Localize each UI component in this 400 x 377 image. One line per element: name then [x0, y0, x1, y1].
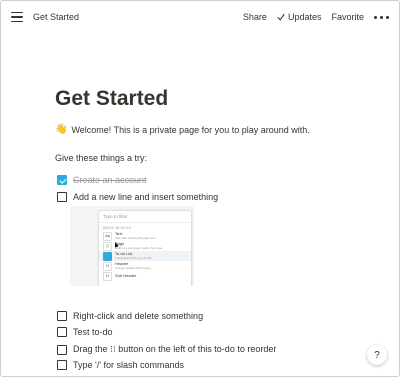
updates-button[interactable]: Updates — [277, 12, 322, 22]
top-actions: Share Updates Favorite — [243, 12, 389, 22]
todo-checkbox[interactable] — [57, 175, 67, 185]
checkmark-icon — [277, 13, 285, 21]
todo-label[interactable]: Create an account — [73, 175, 147, 185]
page-title[interactable]: Get Started — [55, 87, 379, 111]
breadcrumb-page-title[interactable]: Get Started — [33, 12, 79, 22]
todo-label[interactable]: Right-click and delete something — [73, 311, 203, 321]
item-desc: Track tasks with a to-do list. — [115, 256, 152, 260]
welcome-text[interactable]: Welcome! This is a private page for you … — [71, 125, 309, 135]
filter-input: Type to filter — [99, 211, 191, 223]
todo-label[interactable]: Type '/' for slash commands — [73, 360, 184, 370]
waving-hand-icon: 👋 — [55, 124, 68, 135]
todo-item: Drag the ⁝⁝ button on the left of this t… — [57, 344, 276, 355]
more-options-icon[interactable] — [374, 15, 389, 19]
item-name: Sub Header — [115, 272, 137, 278]
slash-menu-screenshot-image[interactable]: Type to filter BASIC BLOCKS Aa Text Just … — [70, 206, 194, 286]
todo-item: Create an account — [57, 175, 147, 185]
top-bar: Get Started Share Updates Favorite — [1, 1, 399, 33]
menu-item-subheader: H Sub Header — [99, 271, 191, 281]
updates-label: Updates — [287, 12, 322, 22]
menu-item-header: H Header A large header with margin. — [99, 261, 191, 271]
item-desc: A large header with margin. — [115, 266, 152, 270]
share-button[interactable]: Share — [243, 12, 267, 22]
todo-item: Type '/' for slash commands — [57, 360, 184, 370]
todo-item: Right-click and delete something — [57, 311, 203, 321]
menu-item-todo: To-do List Track tasks with a to-do list. — [99, 251, 191, 261]
todo-checkbox[interactable] — [57, 360, 67, 370]
page-icon: ▢ — [103, 241, 112, 251]
item-desc: Just start writing with plain text. — [115, 236, 157, 240]
favorite-button[interactable]: Favorite — [331, 12, 364, 22]
checkbox-icon — [103, 251, 112, 261]
todo-checkbox[interactable] — [57, 311, 67, 321]
todo-item: Test to-do — [57, 327, 113, 337]
menu-item-text: Aa Text Just start writing with plain tex… — [99, 231, 191, 241]
item-desc: Embed a sub-page inside this page. — [115, 246, 163, 250]
welcome-line: 👋 Welcome! This is a private page for yo… — [55, 124, 379, 136]
notion-window: Get Started Share Updates Favorite Get S… — [0, 0, 400, 377]
todo-checkbox[interactable] — [57, 192, 67, 202]
section-label: BASIC BLOCKS — [103, 226, 132, 230]
todo-label[interactable]: Drag the ⁝⁝ button on the left of this t… — [73, 344, 276, 355]
todo-label[interactable]: Test to-do — [73, 327, 113, 337]
page-content: Get Started 👋 Welcome! This is a private… — [55, 87, 379, 163]
subheader-icon: H — [103, 271, 112, 281]
todo-label[interactable]: Add a new line and insert something — [73, 192, 218, 202]
text-icon: Aa — [103, 231, 112, 241]
help-button[interactable]: ? — [367, 345, 387, 365]
sidebar-menu-icon[interactable] — [11, 12, 23, 22]
todo-checkbox[interactable] — [57, 344, 67, 355]
todo-checkbox[interactable] — [57, 327, 67, 337]
try-heading[interactable]: Give these things a try: — [55, 153, 379, 163]
slash-menu-panel: Type to filter BASIC BLOCKS Aa Text Just … — [99, 211, 191, 286]
todo-item: Add a new line and insert something — [57, 192, 218, 202]
header-icon: H — [103, 261, 112, 271]
